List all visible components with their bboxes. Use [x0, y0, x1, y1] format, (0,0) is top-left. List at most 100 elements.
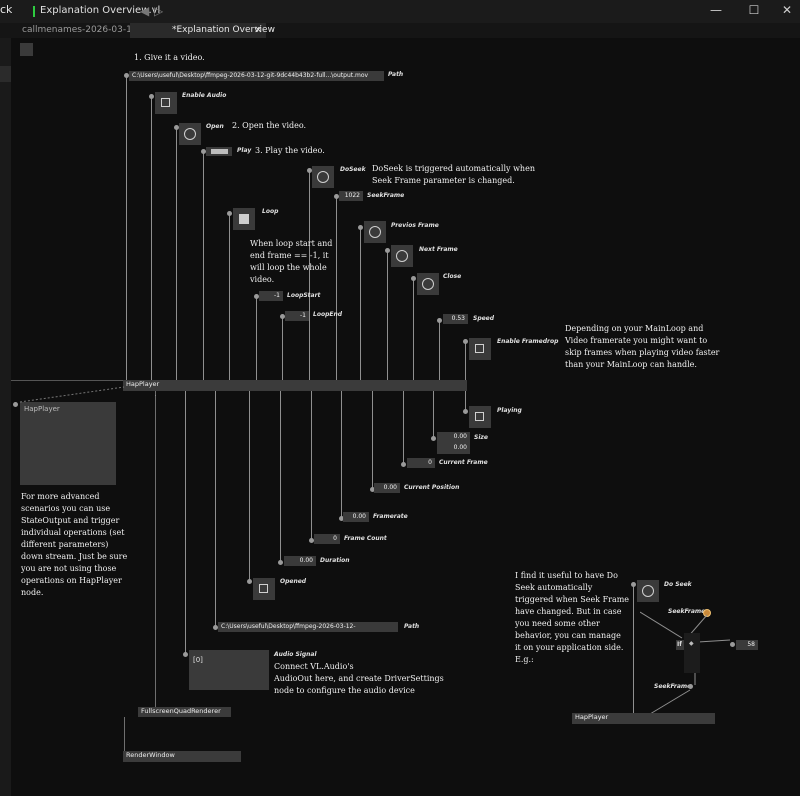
wire-seekframe: [336, 196, 337, 380]
previous-frame-bang-button[interactable]: [364, 221, 386, 243]
wire-render-window: [124, 717, 125, 751]
note-advanced-6: down stream. Just be sure: [21, 552, 128, 561]
back-icon[interactable]: ◀: [140, 4, 149, 18]
label-path: Path: [388, 71, 404, 78]
label-duration: Duration: [320, 557, 350, 564]
pin-enable-framedrop[interactable]: [463, 339, 468, 344]
note-loop-3: will loop the whole: [250, 263, 327, 272]
close-bang-button[interactable]: [417, 273, 439, 295]
tab-explanation-overview[interactable]: *Explanation Overview: [130, 23, 275, 38]
example-happlayer-node[interactable]: HapPlayer: [572, 713, 715, 724]
if-region[interactable]: [684, 633, 700, 673]
pin-enable-audio[interactable]: [149, 94, 154, 99]
label-loop: Loop: [262, 208, 279, 215]
bang-icon: [317, 171, 329, 183]
enable-framedrop-toggle[interactable]: [469, 338, 491, 360]
happlayer-node[interactable]: HapPlayer: [123, 380, 467, 391]
audio-signal-value: [0]: [193, 656, 203, 664]
wire-current-frame: [403, 391, 404, 464]
pin-size[interactable]: [431, 436, 436, 441]
wire-state-output: [155, 391, 156, 708]
wire-current-position: [372, 391, 373, 489]
note-advanced-1: For more advanced: [21, 492, 100, 501]
pin-speed[interactable]: [437, 318, 442, 323]
playing-indicator: [469, 406, 491, 428]
note-seek-1: I find it useful to have Do: [515, 571, 618, 580]
loop-toggle[interactable]: [233, 208, 255, 230]
label-opened: Opened: [280, 578, 307, 585]
close-window-icon[interactable]: ✕: [777, 3, 797, 17]
seekframe-input[interactable]: 1022: [339, 191, 363, 201]
note-audio-3: node to configure the audio device: [274, 686, 415, 695]
loopstart-input[interactable]: -1: [259, 291, 283, 301]
checkbox-icon: [475, 412, 484, 421]
state-output-panel: [20, 402, 116, 485]
tab-callmenames[interactable]: callmenames-2026-03-13: [22, 23, 138, 38]
label-example-seekframe-out: SeekFrame: [654, 683, 692, 690]
app-icon: ck: [0, 3, 12, 16]
pin-playing[interactable]: [463, 409, 468, 414]
pin-duration[interactable]: [278, 560, 283, 565]
wire-opened: [249, 391, 250, 581]
forward-icon[interactable]: ▷: [154, 4, 163, 18]
size-y: 0.00: [453, 444, 467, 451]
enable-audio-toggle[interactable]: [155, 92, 177, 114]
wire-duration: [280, 391, 281, 562]
state-panel-label: HapPlayer: [24, 405, 60, 413]
fullscreen-quad-renderer-node[interactable]: FullscreenQuadRenderer: [138, 707, 231, 717]
framerate-output: 0.00: [343, 512, 369, 522]
wire-speed: [439, 320, 440, 380]
wire-path: [126, 75, 127, 380]
next-frame-bang-button[interactable]: [391, 245, 413, 267]
toggle-bar-icon: [211, 149, 228, 154]
wire-enable-framedrop: [465, 341, 466, 380]
open-bang-button[interactable]: [179, 123, 201, 145]
speed-input[interactable]: 0.53: [443, 314, 468, 324]
doseek-bang-button[interactable]: [312, 166, 334, 188]
pin-previous-frame[interactable]: [358, 225, 363, 230]
bang-icon: [369, 226, 381, 238]
note-seek-4: have changed. But in case: [515, 607, 622, 616]
loopend-input[interactable]: -1: [285, 311, 309, 321]
note-advanced-3: StateOutput and trigger: [21, 516, 120, 525]
label-enable-audio: Enable Audio: [182, 92, 227, 99]
note-seek-7: it on your application side.: [515, 643, 624, 652]
region-line-left: [11, 380, 126, 381]
toggle-on-icon: [239, 214, 249, 224]
file-status-icon: [33, 6, 39, 17]
pin-opened[interactable]: [247, 579, 252, 584]
pin-example-seekframe-out[interactable]: [688, 684, 693, 689]
pin-next-frame[interactable]: [385, 248, 390, 253]
patch-handle-square[interactable]: [20, 43, 33, 56]
label-playing: Playing: [497, 407, 522, 414]
checkbox-icon: [259, 584, 268, 593]
wire-audio-signal: [185, 391, 186, 653]
note-seek-8: E.g.:: [515, 655, 534, 664]
label-speed: Speed: [473, 315, 495, 322]
example-doseek-bang-button[interactable]: [637, 580, 659, 602]
pin-example-doseek[interactable]: [631, 582, 636, 587]
render-window-node[interactable]: RenderWindow: [123, 751, 241, 762]
pin-loop[interactable]: [227, 211, 232, 216]
play-toggle[interactable]: [206, 147, 232, 156]
note-seek-2: Seek automatically: [515, 583, 593, 592]
pin-audio-signal[interactable]: [183, 652, 188, 657]
wire-loopstart: [256, 296, 257, 380]
wire-framerate: [341, 391, 342, 518]
note-framedrop-2: Video framerate you might want to: [565, 336, 708, 345]
pin-close[interactable]: [411, 276, 416, 281]
label-current-frame: Current Frame: [439, 459, 488, 466]
maximize-icon[interactable]: ☐: [744, 3, 764, 17]
pin-example-value[interactable]: [730, 642, 735, 647]
side-strip-selection: [0, 66, 11, 82]
pin-current-frame[interactable]: [401, 462, 406, 467]
label-framerate: Framerate: [373, 513, 408, 520]
minimize-icon[interactable]: —: [706, 3, 726, 17]
path-input[interactable]: C:\Users\useful\Desktop\ffmpeg-2026-03-1…: [129, 71, 384, 81]
bang-icon: [184, 128, 196, 140]
tab-close-icon[interactable]: ✕: [254, 23, 262, 38]
note-seek-6: behavior, you can manage: [515, 631, 621, 640]
current-position-output: 0.00: [374, 483, 400, 493]
wire-state-dash: [155, 395, 156, 396]
label-audio-signal: Audio Signal: [274, 651, 317, 658]
